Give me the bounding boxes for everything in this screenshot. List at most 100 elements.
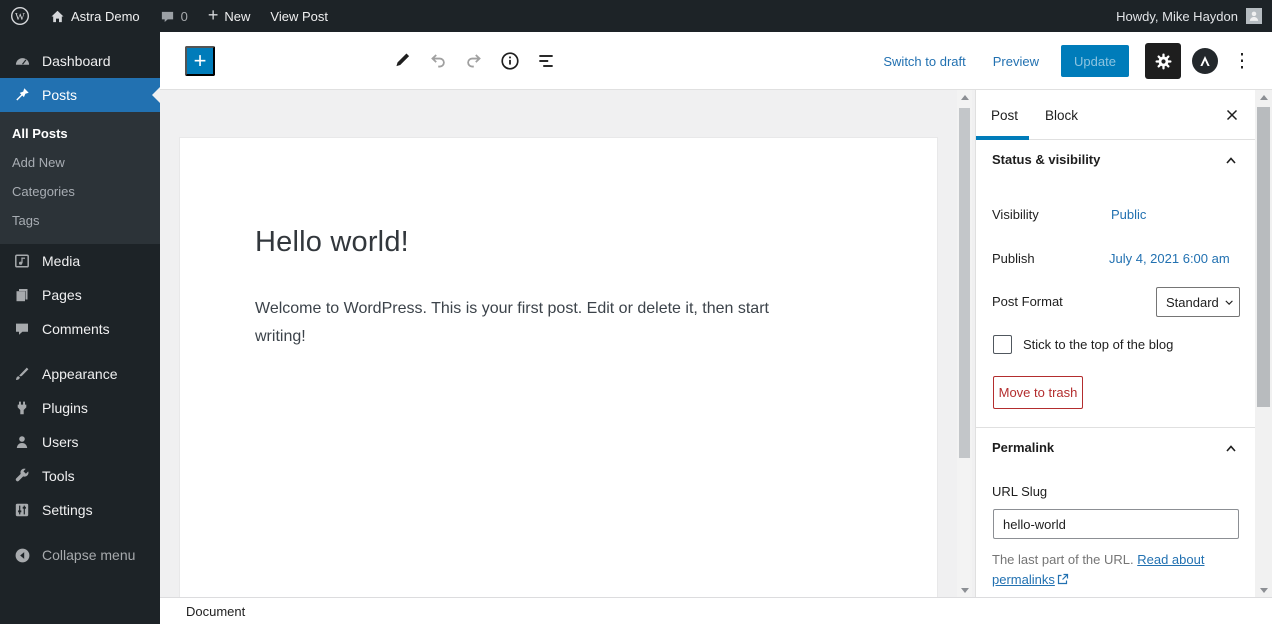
- undo-button[interactable]: [424, 47, 452, 75]
- list-view-button[interactable]: [532, 47, 560, 75]
- sidebar-item-label: Dashboard: [42, 53, 111, 69]
- options-kebab-button[interactable]: ⋮: [1232, 52, 1252, 71]
- sidebar-item-plugins[interactable]: Plugins: [0, 391, 160, 425]
- admin-bar: W Astra Demo 0 + New View Post Howdy, Mi…: [0, 0, 1272, 32]
- chevron-down-icon: [1225, 299, 1233, 305]
- details-button[interactable]: [496, 47, 524, 75]
- sidebar-item-dashboard[interactable]: Dashboard: [0, 44, 160, 78]
- content-scrollbar[interactable]: [957, 90, 972, 597]
- sliders-icon: [12, 500, 32, 520]
- publish-label: Publish: [992, 251, 1035, 266]
- sticky-checkbox[interactable]: [993, 335, 1012, 354]
- scroll-up-arrow[interactable]: [1255, 90, 1272, 104]
- new-content-menu[interactable]: + New: [198, 0, 261, 32]
- visibility-value-link[interactable]: Public: [1111, 207, 1146, 222]
- comment-icon: [12, 319, 32, 339]
- pushpin-icon: [12, 85, 32, 105]
- sidebar-item-posts[interactable]: Posts: [0, 78, 160, 112]
- comments-count: 0: [180, 8, 188, 24]
- publish-date-link[interactable]: July 4, 2021 6:00 am: [1109, 251, 1230, 266]
- astra-plugin-button[interactable]: [1192, 48, 1218, 74]
- chevron-up-icon: [1226, 157, 1236, 164]
- sidebar-item-label: Media: [42, 253, 81, 269]
- user-icon: [12, 432, 32, 452]
- sidebar-item-label: Settings: [42, 502, 93, 518]
- collapse-section-button[interactable]: [1220, 438, 1242, 460]
- preview-button[interactable]: Preview: [993, 54, 1039, 69]
- wordpress-menu[interactable]: W: [0, 0, 40, 32]
- breadcrumb[interactable]: Document: [186, 604, 245, 619]
- posts-submenu: All Posts Add New Categories Tags: [0, 112, 160, 244]
- close-icon: [1226, 109, 1238, 121]
- submenu-item-all-posts[interactable]: All Posts: [0, 119, 160, 148]
- submenu-item-categories[interactable]: Categories: [0, 177, 160, 206]
- scroll-down-arrow[interactable]: [1255, 583, 1272, 597]
- tab-block[interactable]: Block: [1045, 90, 1078, 140]
- howdy-account-link[interactable]: Howdy, Mike Haydon: [1116, 9, 1238, 24]
- site-name: Astra Demo: [71, 8, 140, 24]
- sidebar-item-label: Posts: [42, 87, 78, 103]
- edit-mode-button[interactable]: [388, 47, 416, 75]
- close-panel-button[interactable]: [1221, 104, 1243, 126]
- panel-scrollbar[interactable]: [1255, 90, 1272, 597]
- sidebar-item-appearance[interactable]: Appearance: [0, 357, 160, 391]
- pencil-icon: [396, 53, 410, 67]
- comments-menu[interactable]: 0: [150, 0, 198, 32]
- section-divider: [976, 427, 1255, 428]
- url-slug-input[interactable]: [993, 509, 1239, 539]
- update-button[interactable]: Update: [1061, 45, 1129, 77]
- collapse-section-button[interactable]: [1220, 150, 1242, 172]
- sidebar-item-comments[interactable]: Comments: [0, 312, 160, 346]
- comment-bubble-icon: [161, 11, 173, 22]
- collapse-menu-label: Collapse menu: [42, 547, 136, 563]
- document-breadcrumb-bar: Document: [160, 597, 1272, 624]
- svg-text:W: W: [15, 12, 25, 23]
- list-view-icon: [539, 55, 553, 67]
- site-menu[interactable]: Astra Demo: [40, 0, 150, 32]
- redo-icon: [467, 54, 481, 68]
- post-title[interactable]: Hello world!: [255, 226, 862, 259]
- sidebar-item-label: Users: [42, 434, 79, 450]
- undo-icon: [431, 54, 445, 68]
- avatar[interactable]: [1246, 8, 1262, 24]
- settings-toggle-button[interactable]: [1145, 43, 1181, 79]
- scrollbar-thumb[interactable]: [1257, 107, 1270, 407]
- external-link-icon: [1057, 571, 1069, 591]
- submenu-item-add-new[interactable]: Add New: [0, 148, 160, 177]
- redo-button[interactable]: [460, 47, 488, 75]
- editor-canvas: Hello world! Welcome to WordPress. This …: [160, 90, 975, 597]
- slug-help-text: The last part of the URL. Read about per…: [992, 550, 1210, 591]
- permalink-title[interactable]: Permalink: [992, 440, 1054, 455]
- sidebar-item-label: Plugins: [42, 400, 88, 416]
- sidebar-item-pages[interactable]: Pages: [0, 278, 160, 312]
- url-slug-label: URL Slug: [992, 484, 1048, 499]
- new-label: New: [224, 8, 251, 24]
- sidebar-item-label: Comments: [42, 321, 110, 337]
- plug-icon: [12, 398, 32, 418]
- scroll-up-arrow[interactable]: [957, 90, 972, 104]
- collapse-menu-button[interactable]: Collapse menu: [0, 538, 160, 572]
- tab-post[interactable]: Post: [991, 90, 1018, 140]
- scrollbar-thumb[interactable]: [959, 108, 970, 458]
- block-inserter-button[interactable]: +: [185, 46, 215, 76]
- sidebar-item-settings[interactable]: Settings: [0, 493, 160, 527]
- visibility-label: Visibility: [992, 207, 1039, 222]
- view-post-link[interactable]: View Post: [260, 0, 338, 32]
- scroll-down-arrow[interactable]: [957, 583, 972, 597]
- panel-tabs: Post Block: [976, 90, 1255, 140]
- switch-to-draft-button[interactable]: Switch to draft: [883, 54, 965, 69]
- gear-icon: [1155, 53, 1171, 69]
- sidebar-item-users[interactable]: Users: [0, 425, 160, 459]
- move-to-trash-button[interactable]: Move to trash: [993, 376, 1083, 409]
- wordpress-post-editor: W Astra Demo 0 + New View Post Howdy, Mi…: [0, 0, 1272, 624]
- sidebar-item-media[interactable]: Media: [0, 244, 160, 278]
- sticky-label[interactable]: Stick to the top of the blog: [1023, 337, 1173, 352]
- sidebar-item-tools[interactable]: Tools: [0, 459, 160, 493]
- submenu-item-tags[interactable]: Tags: [0, 206, 160, 235]
- status-visibility-title[interactable]: Status & visibility: [992, 152, 1100, 167]
- post-format-select[interactable]: Standard: [1156, 287, 1240, 317]
- post-content-card: Hello world! Welcome to WordPress. This …: [180, 138, 937, 597]
- post-paragraph[interactable]: Welcome to WordPress. This is your first…: [255, 295, 810, 351]
- pages-icon: [12, 285, 32, 305]
- media-icon: [12, 251, 32, 271]
